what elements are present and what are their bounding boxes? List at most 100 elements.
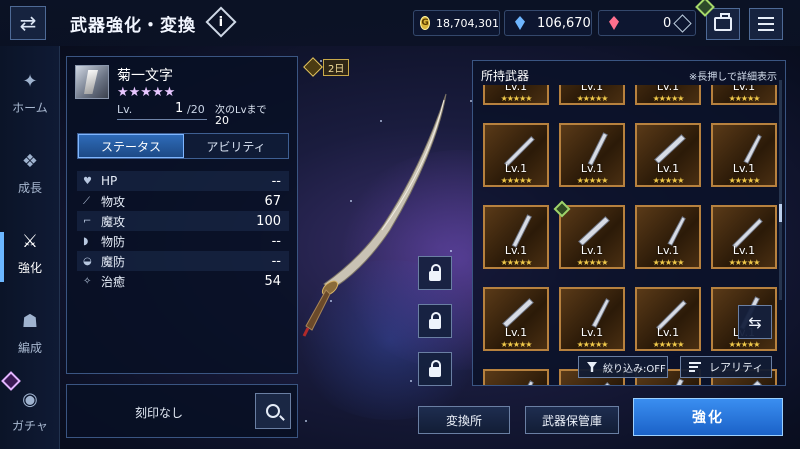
weapon-slot[interactable]: Lv.1★★★★★ <box>559 205 625 269</box>
weapon-slot[interactable]: Lv.1★★★★★ <box>635 287 701 351</box>
enhance-button[interactable]: 強化 <box>633 398 783 436</box>
nav-item-growth[interactable]: ❖ 成長 <box>0 138 60 208</box>
add-currency-icon[interactable] <box>673 14 692 33</box>
nav-item-party[interactable]: ☗ 編成 <box>0 298 60 368</box>
growth-icon: ❖ <box>21 150 39 172</box>
weapon-slot[interactable]: Lv.1★★★★★ <box>635 85 701 105</box>
weapon-slot[interactable]: Lv.1★★★★★ <box>483 369 549 385</box>
weapon-slot-stars: ★★★★★ <box>728 258 761 267</box>
weapon-slot[interactable]: Lv.1★★★★★ <box>559 287 625 351</box>
weapon-slot-stars: ★★★★★ <box>576 258 609 267</box>
side-nav: ✦ ホーム ❖ 成長 ⚔ 強化 ☗ 編成 ◉ ガチャ <box>0 46 60 449</box>
lock-button-2[interactable] <box>418 304 452 338</box>
inventory-hint: ※長押しで詳細表示 <box>688 72 777 83</box>
nav-item-gacha[interactable]: ◉ ガチャ <box>0 376 60 446</box>
heart-icon: ♥ <box>83 175 92 187</box>
menu-button[interactable] <box>749 8 783 40</box>
weapon-slot-level: Lv.1 <box>656 244 680 257</box>
weapon-slot[interactable]: Lv.1★★★★★ <box>635 205 701 269</box>
weapon-slot-level: Lv.1 <box>580 326 604 339</box>
weapon-slot[interactable]: Lv.1★★★★★ <box>711 205 777 269</box>
weapon-slot[interactable]: Lv.1★★★★★ <box>559 123 625 187</box>
weapon-slot-level: Lv.1 <box>504 85 528 93</box>
engrave-panel: 刻印なし <box>66 384 298 438</box>
shop-button[interactable] <box>706 8 740 40</box>
gold-counter: G 18,704,301 <box>413 10 500 36</box>
weapon-name: 菊一文字 <box>117 68 173 84</box>
swap-arrows-icon: ⇆ <box>748 312 762 332</box>
crystal-counter: 106,670 <box>504 10 592 36</box>
weapon-slot-stars: ★★★★★ <box>576 340 609 349</box>
weapon-slot-stars: ★★★★★ <box>500 258 533 267</box>
weapon-slot-stars: ★★★★★ <box>728 94 761 103</box>
red-gem-icon <box>609 16 619 30</box>
lock-button-1[interactable] <box>418 256 452 290</box>
weapon-slot[interactable]: Lv.1★★★★★ <box>483 205 549 269</box>
inventory-grid: Lv.1 ★★★★★ Lv.1 ★★★★★ Lv.1 ★★★★★ Lv.1 ★★★★★ Lv.1… <box>481 85 777 385</box>
weapon-rarity-stars: ★★★★★ <box>117 85 176 100</box>
weapon-slot-stars: ★★★★★ <box>576 176 609 185</box>
weapon-slot[interactable]: Lv.1★★★★★ <box>635 123 701 187</box>
magic-shield-icon: ◒ <box>83 255 92 267</box>
weapon-slot[interactable]: Lv.1★★★★★ <box>483 85 549 105</box>
weapon-slot[interactable]: Lv.1★★★★★ <box>711 123 777 187</box>
timer-badge: 2日 <box>303 57 356 77</box>
weapon-slot-stars: ★★★★★ <box>652 176 685 185</box>
staff-icon: ⌐ <box>83 215 92 227</box>
gold-coin-icon: G <box>420 16 431 30</box>
weapon-slot-stars: ★★★★★ <box>652 94 685 103</box>
level-underline <box>117 119 207 120</box>
weapon-slot-stars: ★★★★★ <box>500 94 533 103</box>
exchange-shop-button[interactable]: 変換所 <box>418 406 510 434</box>
swap-order-button[interactable]: ⇆ <box>738 305 772 339</box>
nav-item-home[interactable]: ✦ ホーム <box>0 58 60 128</box>
tab-ability[interactable]: アビリティ <box>184 134 288 158</box>
weapon-slot-level: Lv.1 <box>656 85 680 93</box>
engrave-status: 刻印なし <box>135 406 184 420</box>
red-gem-counter[interactable]: 0 <box>598 10 696 36</box>
weapon-slot[interactable]: Lv.1★★★★★ <box>559 85 625 105</box>
weapon-thumbnail-icon <box>527 380 534 385</box>
weapon-slot-stars: ★★★★★ <box>652 340 685 349</box>
stat-row-phys-atk: ⟋ 物攻 67 <box>83 193 281 209</box>
info-icon[interactable]: i <box>205 6 237 38</box>
weapon-thumbnail-icon <box>752 380 762 385</box>
inventory-scrollbar[interactable] <box>779 80 782 300</box>
stat-row-mag-atk: ⌐ 魔攻 100 <box>77 211 289 231</box>
weapon-model-sword <box>302 93 447 337</box>
character-portrait <box>75 65 109 99</box>
nav-item-enhance[interactable]: ⚔ 強化 <box>0 218 60 288</box>
stat-row-phys-def: ◗ 物防 -- <box>83 233 281 249</box>
inventory-title: 所持武器 <box>481 69 530 83</box>
stat-row-hp: ♥ HP -- <box>77 171 289 191</box>
next-level-value: 20 <box>215 114 229 127</box>
page-title: 武器強化・変換 <box>70 16 196 36</box>
lock-button-3[interactable] <box>418 352 452 386</box>
weapon-slot-level: Lv.1 <box>656 162 680 175</box>
filter-funnel-icon <box>587 362 597 372</box>
tab-status[interactable]: ステータス <box>78 134 184 158</box>
top-bar: ⇄ 武器強化・変換 i G 18,704,301 106,670 0 <box>0 0 800 46</box>
stat-row-heal: ✧ 治癒 54 <box>83 273 281 289</box>
weapon-slot[interactable]: Lv.1★★★★★ <box>711 85 777 105</box>
red-gem-value: 0 <box>663 15 672 31</box>
sword-icon: ⟋ <box>83 195 90 207</box>
scrollbar-thumb[interactable] <box>779 204 782 222</box>
engrave-search-button[interactable] <box>255 393 291 429</box>
rarity-sort-button[interactable]: レアリティ <box>680 356 772 378</box>
gacha-icon: ◉ <box>22 388 38 410</box>
filter-button[interactable]: 絞り込み:OFF <box>578 356 668 378</box>
shield-icon: ◗ <box>83 235 89 247</box>
weapon-slot-level: Lv.1 <box>656 326 680 339</box>
weapon-slot-level: Lv.1 <box>504 244 528 257</box>
weapon-slot[interactable]: Lv.1★★★★★ <box>483 287 549 351</box>
weapon-slot[interactable]: Lv.1★★★★★ <box>483 123 549 187</box>
enhance-sword-icon: ⚔ <box>21 230 39 252</box>
weapon-storage-button[interactable]: 武器保管庫 <box>525 406 619 434</box>
lock-icon <box>429 312 441 329</box>
weapon-slot-stars: ★★★★★ <box>728 340 761 349</box>
info-tabs: ステータス アビリティ <box>77 133 289 159</box>
magnifier-icon <box>266 404 280 418</box>
swap-back-button[interactable]: ⇄ <box>10 6 46 40</box>
sparkle-icon: ✧ <box>83 275 92 287</box>
